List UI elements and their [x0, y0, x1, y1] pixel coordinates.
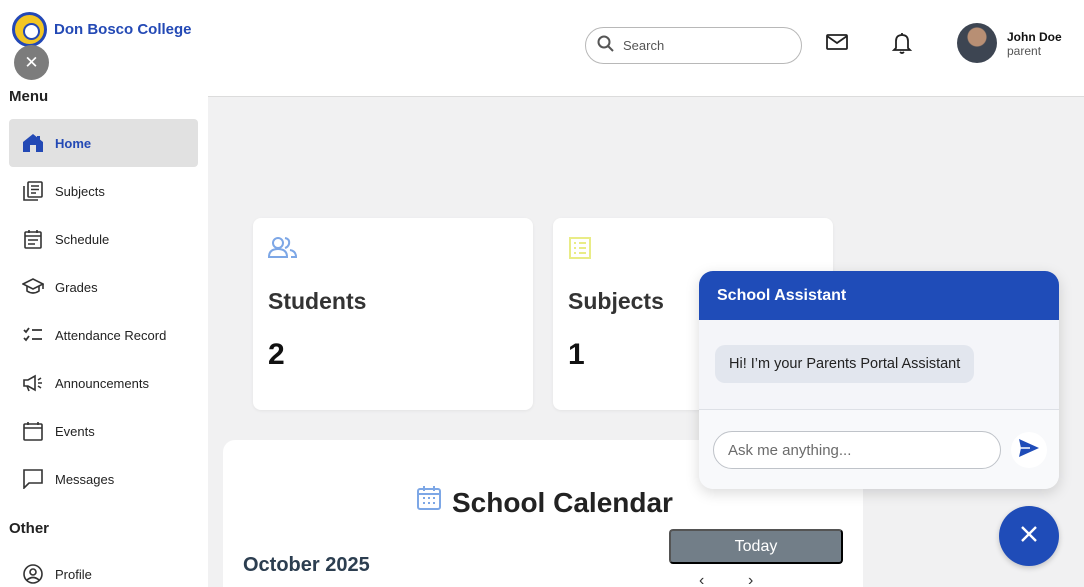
close-sidebar-button[interactable]: ✕: [14, 45, 49, 80]
sidebar-item-label: Schedule: [55, 231, 110, 247]
other-section-label: Other: [9, 520, 50, 537]
card-title: Subjects: [568, 288, 664, 314]
sidebar-item-subjects[interactable]: Subjects: [9, 167, 198, 215]
calendar-icon: [22, 420, 44, 442]
close-chat-button[interactable]: [999, 506, 1059, 566]
chevron-right-icon[interactable]: ›: [748, 572, 753, 587]
brand-name: Don Bosco College: [54, 21, 192, 38]
sidebar-item-label: Grades: [55, 279, 98, 295]
calendar-icon: [416, 485, 442, 516]
sidebar-item-label: Home: [55, 135, 92, 151]
calendar-title: School Calendar: [452, 487, 673, 518]
sidebar: Don Bosco College ✕ Menu Home Subjects S…: [0, 0, 208, 587]
checklist-icon: [22, 324, 44, 346]
sidebar-item-home[interactable]: Home: [9, 119, 198, 167]
menu-section-label: Menu: [9, 88, 49, 105]
close-icon: ✕: [24, 52, 39, 72]
search-icon: [597, 35, 614, 57]
chat-footer: [699, 409, 1059, 489]
chat-input[interactable]: [728, 441, 988, 459]
college-logo: [12, 12, 47, 47]
card-value: 2: [268, 338, 285, 371]
sidebar-item-grades[interactable]: Grades: [9, 263, 198, 311]
brand[interactable]: Don Bosco College: [12, 12, 192, 47]
user-name: John Doe: [1007, 30, 1062, 44]
sidebar-item-announcements[interactable]: Announcements: [9, 359, 198, 407]
chat-title: School Assistant: [699, 271, 1059, 320]
card-title: Students: [268, 288, 367, 314]
sidebar-item-label: Attendance Record: [55, 327, 167, 343]
mail-icon[interactable]: [826, 32, 848, 54]
list-icon: [568, 236, 592, 265]
send-button[interactable]: [1011, 432, 1047, 468]
bell-icon[interactable]: [891, 32, 913, 54]
assistant-message: Hi! I’m your Parents Portal Assistant: [715, 345, 975, 383]
user-role: parent: [1007, 44, 1042, 58]
today-button[interactable]: Today: [669, 529, 843, 564]
chat-icon: [22, 468, 44, 490]
search-box[interactable]: [585, 27, 802, 64]
top-header: John Doe parent: [208, 0, 1084, 97]
close-icon: [1020, 525, 1038, 548]
subjects-icon: [22, 180, 44, 202]
graduation-cap-icon: [22, 276, 44, 298]
user-circle-icon: [22, 563, 44, 585]
sidebar-item-attendance-record[interactable]: Attendance Record: [9, 311, 198, 359]
send-icon: [1018, 438, 1040, 463]
chevron-left-icon[interactable]: ‹: [699, 572, 704, 587]
schedule-icon: [22, 228, 44, 250]
search-input[interactable]: [623, 38, 783, 53]
sidebar-item-schedule[interactable]: Schedule: [9, 215, 198, 263]
sidebar-item-label: Subjects: [55, 183, 105, 199]
chat-widget: School Assistant Hi! I’m your Parents Po…: [699, 271, 1059, 489]
users-icon: [267, 236, 298, 263]
sidebar-item-label: Announcements: [55, 375, 149, 391]
sidebar-item-messages[interactable]: Messages: [9, 455, 198, 503]
avatar[interactable]: [957, 23, 997, 63]
chat-input-wrapper[interactable]: [713, 431, 1001, 469]
students-card[interactable]: Students 2: [253, 218, 533, 410]
card-value: 1: [568, 338, 585, 371]
sidebar-item-events[interactable]: Events: [9, 407, 198, 455]
calendar-month: October 2025: [243, 554, 370, 576]
megaphone-icon: [22, 372, 44, 394]
home-icon: [22, 132, 44, 154]
sidebar-item-label: Events: [55, 423, 95, 439]
sidebar-item-label: Profile: [55, 566, 92, 582]
sidebar-item-label: Messages: [55, 471, 115, 487]
sidebar-item-profile[interactable]: Profile: [9, 550, 198, 587]
